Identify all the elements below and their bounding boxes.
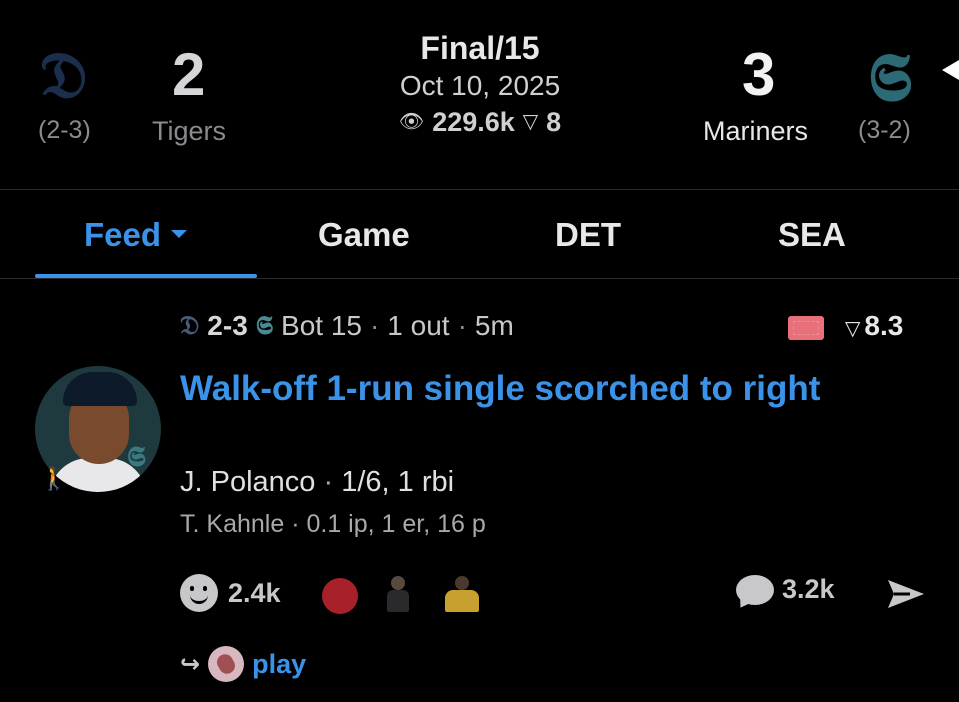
home-team-name[interactable]: Mariners xyxy=(703,116,808,147)
reply-arrow-icon: ↪ xyxy=(180,650,201,678)
caret-down-icon xyxy=(171,230,188,239)
feed-item[interactable]: 𝔇 2-3 𝕾 Bot 15 · 1 out · 5m ▽ 8.3 𝕾 🚶 Wal… xyxy=(0,280,959,702)
away-score: 2 xyxy=(172,41,206,108)
send-icon[interactable] xyxy=(886,578,926,610)
tab-bar: Feed Game DET SEA xyxy=(0,190,959,278)
eye-icon: 👁 xyxy=(398,111,425,133)
views-count: 229.6k xyxy=(432,107,515,137)
separator: · xyxy=(323,466,334,498)
rating-icon: ▽ xyxy=(845,318,861,340)
away-record: (2-3) xyxy=(38,116,91,144)
ticket-icon[interactable] xyxy=(788,316,824,340)
pitcher-name[interactable]: T. Kahnle xyxy=(180,510,284,538)
play-age: 5m xyxy=(474,310,514,341)
mariners-mini-logo-icon: 𝕾 xyxy=(255,310,274,341)
batter-stats: 1/6, 1 rbi xyxy=(341,466,455,498)
smiley-icon xyxy=(180,574,218,612)
comments-count: 3.2k xyxy=(782,574,835,604)
game-rating: 8 xyxy=(546,107,562,137)
batter-line: J. Polanco · 1/6, 1 rbi xyxy=(180,466,454,499)
reaction-avatar[interactable] xyxy=(322,578,358,614)
action-bar: 2.4k 3.2k xyxy=(180,574,940,618)
play-rating: ▽ 8.3 xyxy=(845,310,903,342)
game-stats: 👁 229.6k ▽ 8 xyxy=(360,104,600,140)
separator: · xyxy=(457,310,467,341)
batter-name[interactable]: J. Polanco xyxy=(180,466,315,498)
tab-sea[interactable]: SEA xyxy=(778,216,846,254)
reply-avatar xyxy=(208,646,245,682)
game-status-block: Final/15 Oct 10, 2025 👁 229.6k ▽ 8 xyxy=(360,28,600,140)
comment-bubble-icon xyxy=(736,574,774,605)
divider xyxy=(0,278,959,279)
play-inning: Bot 15 xyxy=(281,310,362,341)
react-button[interactable]: 2.4k xyxy=(180,574,281,612)
avatar-cap xyxy=(63,372,137,406)
reply-label: play xyxy=(252,648,307,679)
home-score: 3 xyxy=(742,41,776,108)
play-score: 2-3 xyxy=(207,310,248,341)
runner-icon: 🚶 xyxy=(40,466,68,491)
game-date: Oct 10, 2025 xyxy=(399,70,561,101)
tigers-logo-icon[interactable]: 𝔇 xyxy=(40,38,88,113)
mariners-badge-icon: 𝕾 xyxy=(127,440,146,473)
comments-button[interactable]: 3.2k xyxy=(736,574,835,605)
play-rating-value: 8.3 xyxy=(864,310,904,341)
reaction-avatar[interactable] xyxy=(440,574,484,614)
mariners-logo-icon[interactable]: 𝕾 xyxy=(868,38,912,118)
play-meta: 𝔇 2-3 𝕾 Bot 15 · 1 out · 5m xyxy=(180,310,514,342)
separator: · xyxy=(291,510,300,538)
arrow-left-icon[interactable] xyxy=(942,60,959,80)
play-outs: 1 out xyxy=(387,310,450,341)
play-headline[interactable]: Walk-off 1-run single scorched to right xyxy=(180,366,900,412)
reaction-avatar[interactable] xyxy=(382,574,414,614)
tab-feed[interactable]: Feed xyxy=(84,216,188,254)
away-team-name[interactable]: Tigers xyxy=(152,116,226,147)
pitcher-line: T. Kahnle · 0.1 ip, 1 er, 16 p xyxy=(180,510,486,539)
reactions-count: 2.4k xyxy=(228,577,281,608)
home-record: (3-2) xyxy=(858,116,911,144)
tigers-mini-logo-icon: 𝔇 xyxy=(180,310,200,341)
tab-game[interactable]: Game xyxy=(318,216,410,254)
tab-det[interactable]: DET xyxy=(555,216,621,254)
scoreboard: 𝔇 (2-3) 2 Tigers Final/15 Oct 10, 2025 👁… xyxy=(0,0,959,190)
rating-icon: ▽ xyxy=(522,111,539,133)
tab-feed-label: Feed xyxy=(84,216,162,253)
game-status: Final/15 xyxy=(420,30,540,66)
separator: · xyxy=(369,310,380,341)
reply-play-link[interactable]: ↪ play xyxy=(180,646,306,682)
pitcher-stats: 0.1 ip, 1 er, 16 p xyxy=(306,510,486,538)
